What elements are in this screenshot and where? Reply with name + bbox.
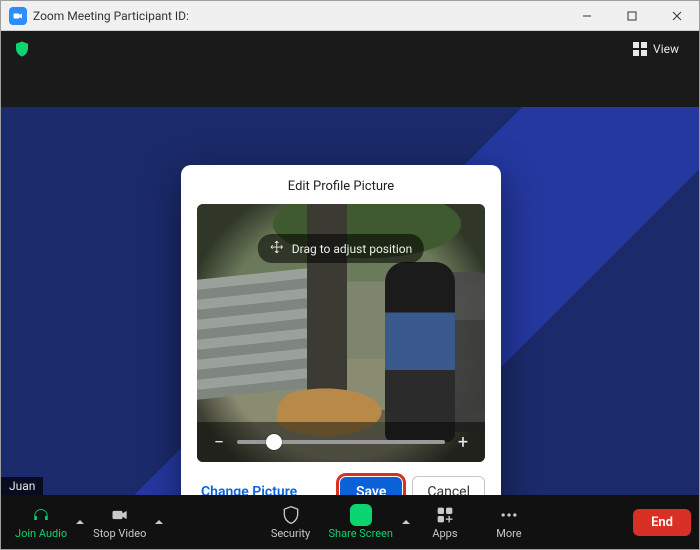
save-button[interactable]: Save <box>340 477 402 495</box>
more-label: More <box>496 527 521 540</box>
change-picture-button[interactable]: Change Picture <box>197 478 301 495</box>
drag-hint-label: Drag to adjust position <box>292 242 412 256</box>
move-icon <box>270 240 284 257</box>
zoom-slider[interactable] <box>237 440 445 444</box>
window-title: Zoom Meeting Participant ID: <box>33 9 189 23</box>
apps-icon <box>435 505 455 525</box>
security-button[interactable]: Security <box>259 495 323 549</box>
dialog-button-row: Change Picture Save Cancel <box>197 476 485 495</box>
share-screen-icon <box>350 505 372 525</box>
stop-video-label: Stop Video <box>93 527 146 540</box>
security-label: Security <box>271 527 310 540</box>
participant-name-tag: Juan <box>1 477 43 495</box>
zoom-slider-thumb[interactable] <box>266 434 282 450</box>
close-button[interactable] <box>654 1 699 31</box>
stop-video-caret[interactable] <box>152 495 166 549</box>
cancel-button[interactable]: Cancel <box>412 476 485 495</box>
apps-label: Apps <box>432 527 457 540</box>
end-button[interactable]: End <box>633 509 691 536</box>
titlebar: Zoom Meeting Participant ID: <box>1 1 699 31</box>
share-screen-button[interactable]: Share Screen <box>323 495 399 549</box>
headphones-icon <box>31 505 51 525</box>
view-button[interactable]: View <box>625 38 687 60</box>
zoom-out-button[interactable]: − <box>211 432 227 453</box>
edit-profile-picture-dialog: Edit Profile Picture <box>181 165 501 495</box>
zoom-icon <box>9 7 27 25</box>
stop-video-button[interactable]: Stop Video <box>87 495 152 549</box>
zoom-in-button[interactable]: + <box>455 432 471 453</box>
maximize-button[interactable] <box>609 1 654 31</box>
join-audio-caret[interactable] <box>73 495 87 549</box>
minimize-button[interactable] <box>564 1 609 31</box>
view-grid-icon <box>633 42 647 56</box>
more-button[interactable]: More <box>477 495 541 549</box>
app-window: Zoom Meeting Participant ID: View <box>0 0 700 550</box>
more-icon <box>499 505 519 525</box>
share-screen-label: Share Screen <box>329 527 393 540</box>
join-audio-label: Join Audio <box>15 527 67 540</box>
video-icon <box>110 505 130 525</box>
encryption-shield-icon[interactable] <box>13 40 31 58</box>
profile-image-crop-area[interactable]: Drag to adjust position − + <box>197 204 485 462</box>
share-screen-caret[interactable] <box>399 495 413 549</box>
zoom-row: − + <box>197 422 485 462</box>
dialog-title: Edit Profile Picture <box>197 179 485 194</box>
view-label: View <box>653 42 679 56</box>
meeting-toolbar: Join Audio Stop Video Security <box>1 495 699 549</box>
drag-hint: Drag to adjust position <box>258 234 424 263</box>
join-audio-button[interactable]: Join Audio <box>9 495 73 549</box>
meeting-top-bar: View <box>1 31 699 67</box>
apps-button[interactable]: Apps <box>413 495 477 549</box>
shield-icon <box>281 505 301 525</box>
meeting-area: View Juan Edit Profile Picture <box>1 31 699 495</box>
video-canvas: Juan Edit Profile Picture <box>1 67 699 495</box>
